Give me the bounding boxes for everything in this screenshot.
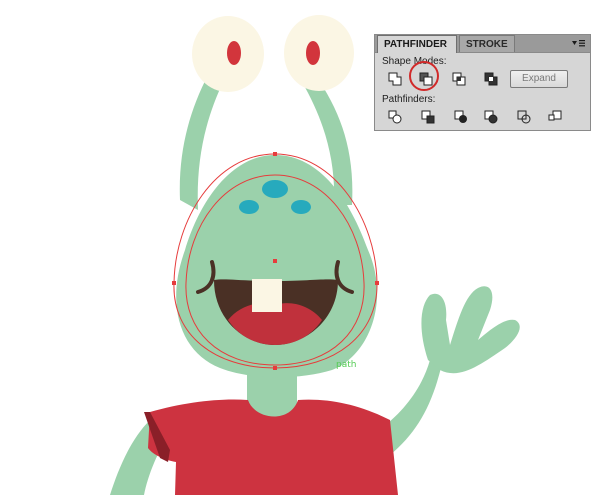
- hand: [421, 286, 520, 374]
- head-spot-top: [262, 180, 288, 198]
- anchor-right[interactable]: [375, 281, 379, 285]
- expand-button[interactable]: Expand: [510, 70, 568, 88]
- panel-tab-bar: PATHFINDER STROKE: [375, 35, 590, 53]
- tab-pathfinder[interactable]: PATHFINDER: [377, 35, 457, 53]
- crop-icon[interactable]: [484, 110, 498, 124]
- left-pupil: [227, 41, 241, 65]
- anchor-left[interactable]: [172, 281, 176, 285]
- highlight-circle: [409, 61, 439, 91]
- divide-icon[interactable]: [388, 110, 402, 124]
- path-label: path: [336, 360, 357, 370]
- minus-back-icon[interactable]: [548, 110, 562, 124]
- intersect-icon[interactable]: [452, 72, 466, 86]
- merge-icon[interactable]: [454, 110, 468, 124]
- tooth: [252, 279, 282, 312]
- head-spot-right: [291, 200, 311, 214]
- outline-icon[interactable]: [517, 110, 531, 124]
- pathfinders-label: Pathfinders:: [382, 94, 436, 105]
- head-spot-left: [239, 200, 259, 214]
- anchor-center[interactable]: [273, 259, 277, 263]
- unite-icon[interactable]: [388, 72, 402, 86]
- trim-icon[interactable]: [421, 110, 435, 124]
- anchor-bottom[interactable]: [273, 366, 277, 370]
- tab-stroke[interactable]: STROKE: [459, 35, 515, 52]
- panel-menu-icon[interactable]: [570, 38, 586, 49]
- exclude-icon[interactable]: [484, 72, 498, 86]
- anchor-top[interactable]: [273, 152, 277, 156]
- right-pupil: [306, 41, 320, 65]
- pathfinder-panel: PATHFINDER STROKE Shape Modes: Expand Pa…: [374, 34, 591, 131]
